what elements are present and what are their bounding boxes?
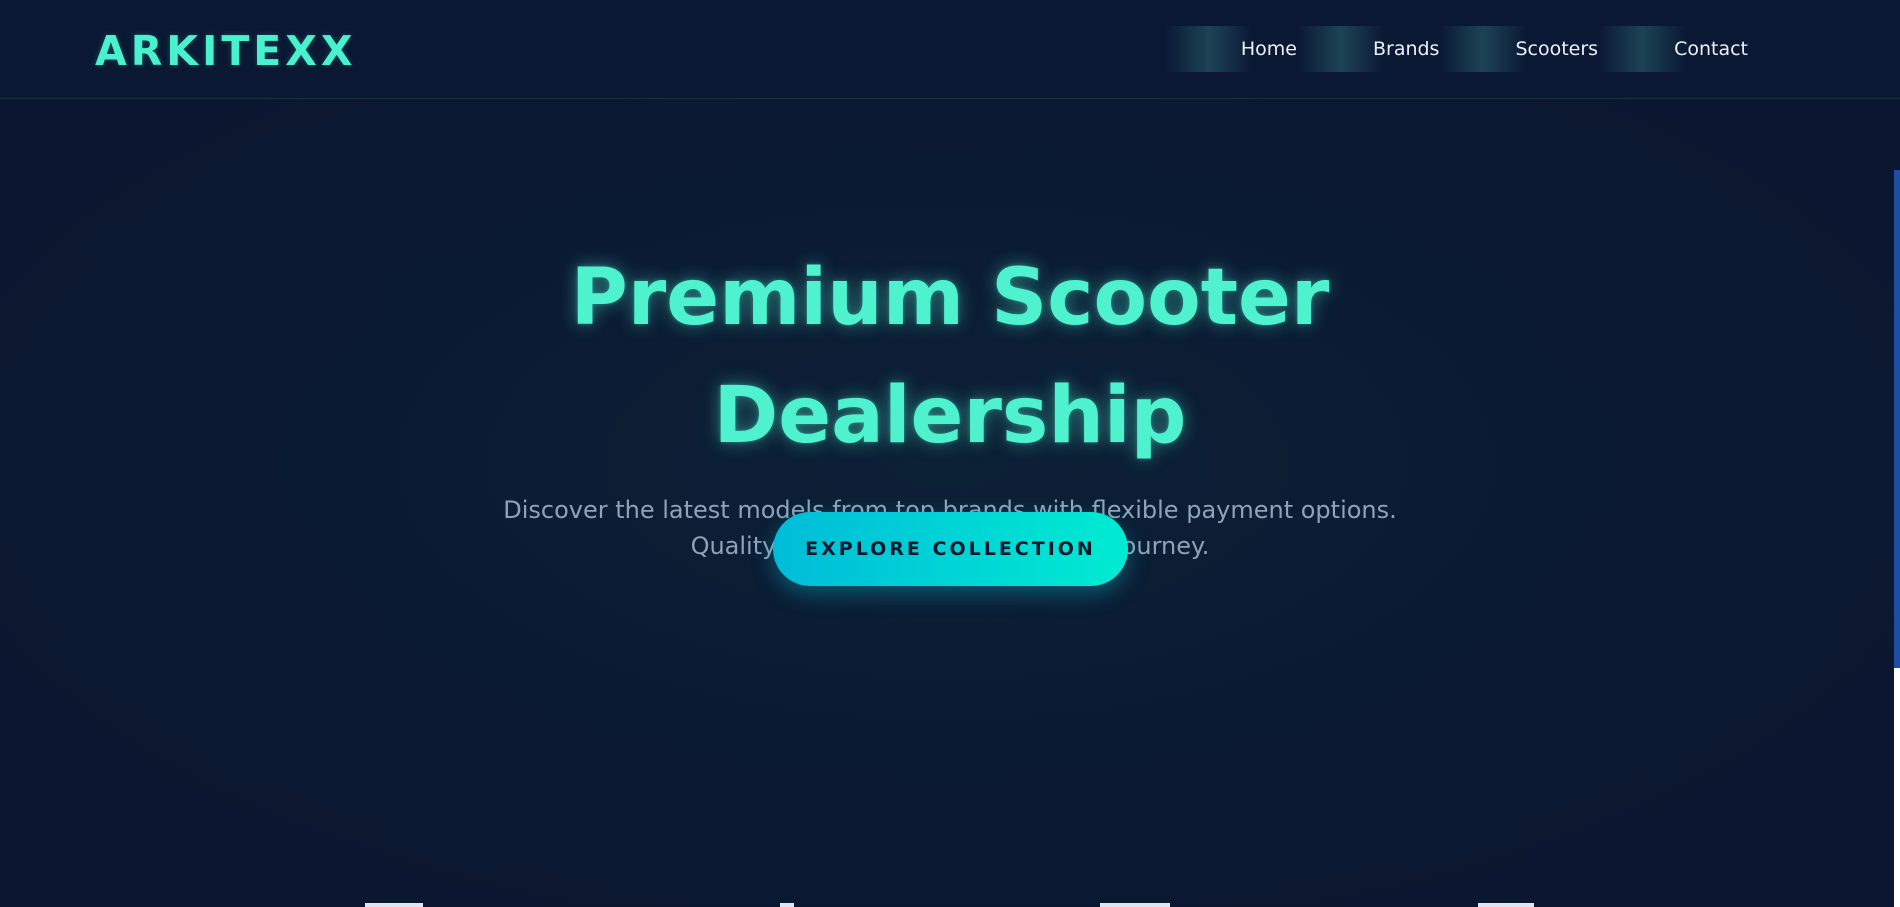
top-navbar: ARKITEXX Home Brands Scooters Contact xyxy=(0,0,1900,99)
nav-link-home[interactable]: Home xyxy=(1164,26,1335,72)
nav-link-scooters-label: Scooters xyxy=(1515,38,1599,60)
nav-link-contact[interactable]: Contact xyxy=(1598,26,1786,72)
nav-link-brands[interactable]: Brands xyxy=(1297,26,1478,72)
next-section-edge xyxy=(0,903,1894,907)
nav-link-scooters[interactable]: Scooters xyxy=(1439,26,1636,72)
nav-link-home-label: Home xyxy=(1240,38,1297,60)
scrollbar-track-lower[interactable] xyxy=(1894,668,1900,907)
explore-collection-button[interactable]: EXPLORE COLLECTION xyxy=(773,512,1128,586)
nav-link-contact-label: Contact xyxy=(1674,38,1748,60)
brand-logo[interactable]: ARKITEXX xyxy=(95,24,357,78)
hero-section: Premium Scooter Dealership Discover the … xyxy=(0,99,1894,907)
scrollbar-thumb[interactable] xyxy=(1894,170,1900,668)
hero-title: Premium Scooter Dealership xyxy=(570,253,1330,461)
nav-link-brands-label: Brands xyxy=(1372,38,1440,60)
scrollbar-track[interactable] xyxy=(1894,99,1900,170)
page: ARKITEXX Home Brands Scooters Contact Pr… xyxy=(0,0,1900,907)
main-nav: Home Brands Scooters Contact xyxy=(1164,26,1786,72)
